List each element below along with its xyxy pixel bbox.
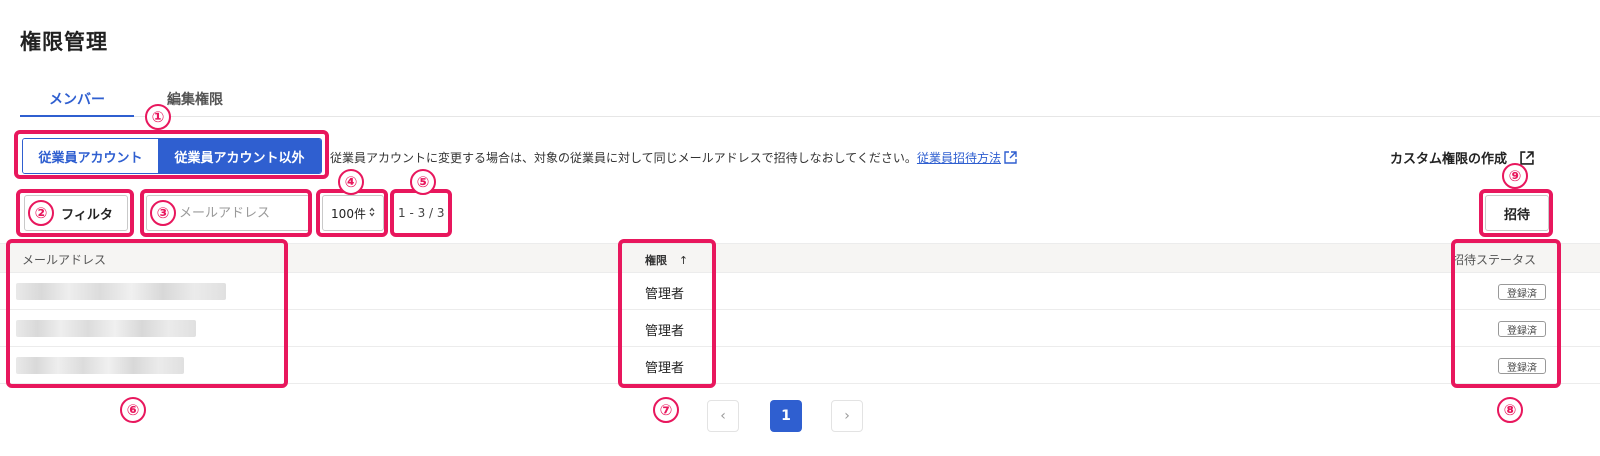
employee-account-option[interactable]: 従業員アカウント (23, 139, 159, 173)
page-title: 権限管理 (20, 30, 108, 54)
tab-bar: メンバー 編集権限 (20, 88, 1600, 117)
per-page-value: 100件 (331, 206, 366, 221)
select-arrows-icon (369, 206, 375, 220)
role-header-label: 権限 (645, 254, 667, 267)
annotation-number-9: ⑨ (1502, 163, 1528, 189)
external-link-icon (1004, 151, 1017, 167)
annotation-number-7: ⑦ (653, 397, 679, 423)
annotation-number-6: ⑥ (120, 397, 146, 423)
email-column-header[interactable]: メールアドレス (22, 251, 106, 268)
sort-ascending-icon: ↑ (678, 254, 689, 267)
non-employee-account-option[interactable]: 従業員アカウント以外 (158, 139, 321, 173)
annotation-number-4: ④ (338, 169, 364, 195)
status-badge: 登録済 (1498, 358, 1546, 374)
role-cell: 管理者 (645, 361, 685, 376)
annotation-number-5: ⑤ (410, 169, 436, 195)
table-row: 管理者 登録済 (0, 310, 1600, 347)
result-range: 1 - 3 / 3 (398, 206, 445, 220)
blurred-email (16, 283, 226, 300)
per-page-select[interactable]: 100件 (322, 195, 384, 231)
status-badge: 登録済 (1498, 284, 1546, 300)
status-column-header[interactable]: 招待ステータス (1452, 251, 1536, 268)
annotation-number-8: ⑧ (1497, 397, 1523, 423)
pagination-prev-button[interactable]: ‹ (707, 400, 739, 432)
role-cell: 管理者 (645, 287, 685, 302)
notice-text: 従業員アカウントに変更する場合は、対象の従業員に対して同じメールアドレスで招待し… (330, 149, 1017, 167)
table-header: メールアドレス 権限 ↑ 招待ステータス (0, 243, 1600, 273)
status-badge: 登録済 (1498, 321, 1546, 337)
employee-invite-link[interactable]: 従業員招待方法 (917, 151, 1001, 165)
role-column-header[interactable]: 権限 ↑ (645, 252, 688, 268)
table-row: 管理者 登録済 (0, 347, 1600, 384)
role-cell: 管理者 (645, 324, 685, 339)
blurred-email (16, 357, 184, 374)
tab-members[interactable]: メンバー (20, 88, 134, 117)
annotation-number-2: ② (28, 200, 54, 226)
annotation-number-3: ③ (150, 200, 176, 226)
notice-message: 従業員アカウントに変更する場合は、対象の従業員に対して同じメールアドレスで招待し… (330, 151, 917, 165)
custom-permission-label: カスタム権限の作成 (1390, 152, 1508, 167)
table-row: 管理者 登録済 (0, 273, 1600, 310)
account-type-toggle: 従業員アカウント 従業員アカウント以外 (22, 138, 322, 174)
filter-label: フィルタ (61, 207, 113, 223)
blurred-email (16, 320, 196, 337)
pagination-next-button[interactable]: › (831, 400, 863, 432)
invite-button[interactable]: 招待 (1485, 195, 1549, 231)
pagination-page-1[interactable]: 1 (770, 400, 802, 432)
annotation-number-1: ① (145, 104, 171, 130)
